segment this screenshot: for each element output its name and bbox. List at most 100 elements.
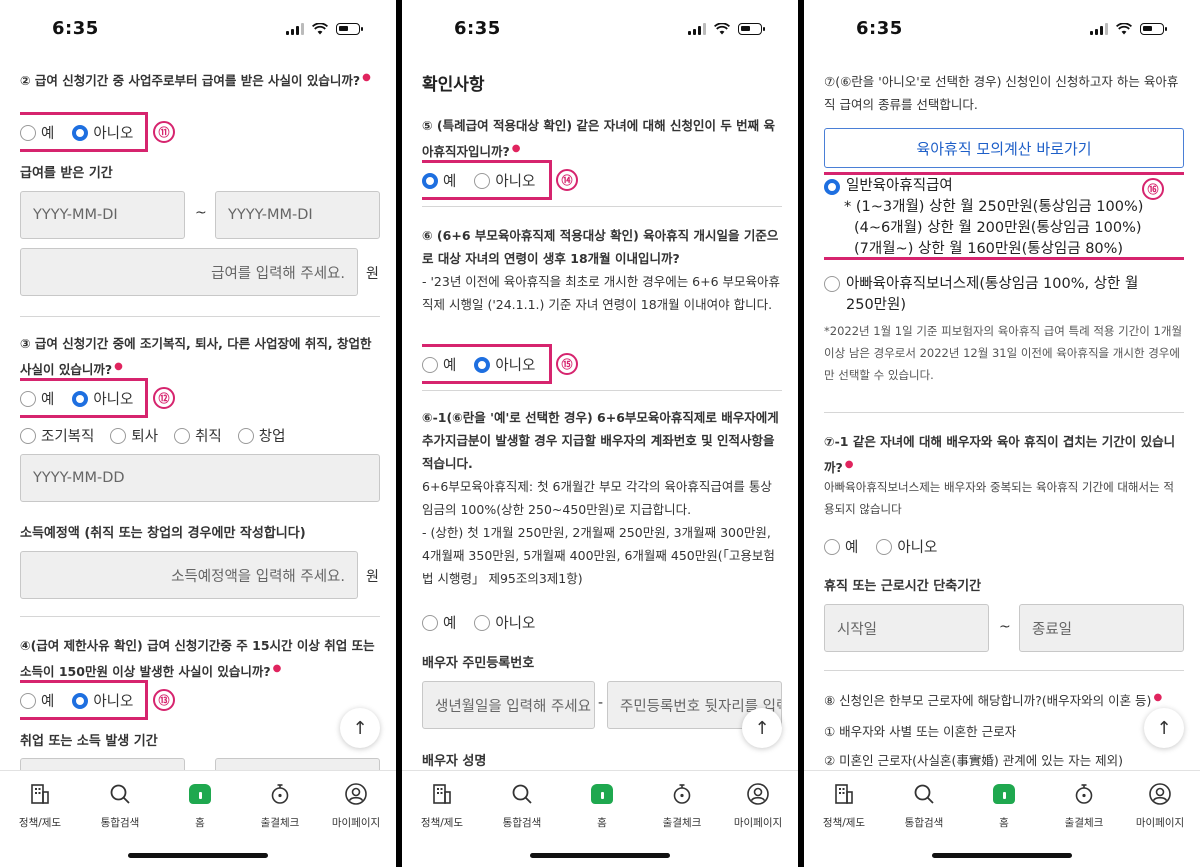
scroll-top-button[interactable]: ↑: [340, 708, 380, 748]
divider: [824, 412, 1184, 413]
radio-yes[interactable]: 예: [20, 122, 54, 143]
home-icon: [591, 784, 613, 804]
signal-icon: [286, 23, 304, 35]
question-7-1-desc: 아빠육아휴직보너스제는 배우자와 중복되는 육아휴직 기간에 대해서는 적용되지…: [824, 480, 1174, 516]
divider: [20, 316, 380, 317]
nav-mypage[interactable]: 마이페이지: [1120, 779, 1200, 830]
nav-home[interactable]: 홈: [160, 779, 240, 830]
tilde-separator: ~: [999, 619, 1011, 635]
nav-search[interactable]: 통합검색: [482, 779, 562, 830]
general-leave-details: * (1~3개월) 상한 월 250만원(통상임금 100%) (4~6개월) …: [844, 199, 1144, 257]
won-unit: 원: [366, 266, 379, 282]
question-8: ⑧ 신청인은 한부모 근로자에 해당합니까?(배우자와의 이혼 등) ●: [824, 692, 1163, 709]
search-icon: [110, 784, 130, 804]
single-parent-option-1: ① 배우자와 사별 또는 이혼한 근로자: [824, 724, 1017, 739]
radio-no[interactable]: 아니오: [72, 690, 133, 711]
signal-icon: [688, 23, 706, 35]
change-date-input[interactable]: YYYY-MM-DD: [20, 454, 380, 502]
nav-search[interactable]: 통합검색: [80, 779, 160, 830]
radio-no[interactable]: 아니오: [474, 354, 535, 375]
battery-icon: [336, 23, 363, 35]
end-date-input[interactable]: YYYY-MM-DI: [215, 191, 380, 239]
radio-early-return[interactable]: 조기복직: [20, 425, 94, 446]
signal-icon: [1090, 23, 1108, 35]
timer-icon: [1075, 784, 1093, 804]
reduce-period-label: 휴직 또는 근로시간 단축기간: [824, 579, 982, 594]
radio-yes[interactable]: 예: [20, 690, 54, 711]
radio-yes[interactable]: 예: [422, 354, 456, 375]
nav-policy[interactable]: 정책/제도: [804, 779, 884, 830]
user-icon: [747, 783, 769, 805]
leave-calculator-button[interactable]: 육아휴직 모의계산 바로가기: [824, 128, 1184, 168]
nav-home[interactable]: 홈: [964, 779, 1044, 830]
nav-label: 마이페이지: [733, 817, 783, 829]
spouse-birth-input[interactable]: 생년월일을 입력해 주세요: [422, 681, 595, 729]
nav-label: 통합검색: [502, 817, 542, 829]
salary-amount-input[interactable]: 급여를 입력해 주세요.: [20, 248, 358, 296]
nav-label: 홈: [999, 817, 1009, 829]
nav-policy[interactable]: 정책/제도: [402, 779, 482, 830]
timer-icon: [673, 784, 691, 804]
start-date-input[interactable]: YYYY-MM-DI: [20, 191, 185, 239]
status-bar: 6:35: [0, 0, 396, 60]
nav-home[interactable]: 홈: [562, 779, 642, 830]
job-start-input[interactable]: [20, 758, 185, 770]
radio-yes[interactable]: 예: [20, 388, 54, 409]
start-date-input[interactable]: 시작일: [824, 604, 989, 652]
question-7-1: ⑦-1 같은 자녀에 대해 배우자와 육아 휴직이 겹치는 기간이 있습니까? ●: [824, 434, 1176, 476]
question-6: ⑥ (6+6 부모육아휴직제 적용대상 확인) 육아휴직 개시일을 기준으로 대…: [422, 228, 779, 266]
nav-label: 통합검색: [904, 817, 944, 829]
expected-income-input[interactable]: 소득예정액을 입력해 주세요.: [20, 551, 358, 599]
annotation-badge-14: ⑭: [556, 169, 578, 191]
nav-label: 출결체크: [1064, 817, 1104, 829]
radio-yes[interactable]: 예: [422, 612, 456, 633]
nav-label: 마이페이지: [1135, 817, 1185, 829]
radio-yes[interactable]: 예: [824, 536, 858, 557]
phone-screen-1: 6:35 ② 급여 신청기간 중 사업주로부터 급여를 받은 사실이 있습니까?…: [0, 0, 396, 867]
section-heading: 확인사항: [422, 75, 485, 95]
scroll-top-button[interactable]: ↑: [1144, 708, 1184, 748]
radio-group-q3: 예 아니오: [20, 388, 133, 409]
radio-no[interactable]: 아니오: [474, 170, 535, 191]
nav-mypage[interactable]: 마이페이지: [316, 779, 396, 830]
radio-group-q6-1: 예 아니오: [422, 612, 535, 633]
timer-icon: [271, 784, 289, 804]
nav-attendance[interactable]: 출결체크: [240, 779, 320, 830]
divider: [422, 206, 782, 207]
radio-group-q2: 예 아니오: [20, 122, 133, 143]
tilde-separator: ~: [195, 205, 207, 221]
question-6-1: ⑥-1(⑥란을 '예'로 선택한 경우) 6+6부모육아휴직제로 배우자에게 추…: [422, 410, 779, 471]
nav-label: 정책/제도: [18, 817, 62, 829]
end-date-input[interactable]: 종료일: [1019, 604, 1184, 652]
question-3: ③ 급여 신청기간 중에 조기복직, 퇴사, 다른 사업장에 취직, 창업한 사…: [20, 336, 372, 378]
nav-label: 마이페이지: [331, 817, 381, 829]
status-time: 6:35: [856, 18, 903, 39]
radio-resign[interactable]: 퇴사: [110, 425, 158, 446]
question-5: ⑤ (특례급여 적용대상 확인) 같은 자녀에 대해 신청인이 두 번째 육아휴…: [422, 118, 776, 160]
nav-attendance[interactable]: 출결체크: [1044, 779, 1124, 830]
radio-group-q5: 예 아니오: [422, 170, 535, 191]
radio-yes[interactable]: 예: [422, 170, 456, 191]
job-end-input[interactable]: [215, 758, 380, 770]
radio-employment[interactable]: 취직: [174, 425, 222, 446]
nav-search[interactable]: 통합검색: [884, 779, 964, 830]
radio-daddy-bonus[interactable]: 아빠육아휴직보너스제(통상임금 100%, 상한 월 250만원): [824, 274, 1164, 316]
status-time: 6:35: [454, 18, 501, 39]
radio-startup[interactable]: 창업: [237, 425, 285, 446]
nav-mypage[interactable]: 마이페이지: [718, 779, 798, 830]
radio-no[interactable]: 아니오: [474, 612, 535, 633]
radio-group-q4: 예 아니오: [20, 690, 133, 711]
nav-label: 통합검색: [100, 817, 140, 829]
radio-no[interactable]: 아니오: [72, 388, 133, 409]
home-indicator: [530, 853, 670, 858]
status-time: 6:35: [52, 18, 99, 39]
question-6-1-cap: - (상한) 첫 1개월 250만원, 2개월째 250만원, 3개월째 300…: [422, 525, 775, 586]
nav-attendance[interactable]: 출결체크: [642, 779, 722, 830]
single-parent-option-2: ② 미혼인 근로자(사실혼(事實婚) 관계에 있는 자는 제외): [824, 753, 1124, 768]
question-6-1-desc: 6+6부모육아휴직제: 첫 6개월간 부모 각각의 육아휴직급여를 통상임금의 …: [422, 479, 772, 517]
radio-no[interactable]: 아니오: [876, 536, 937, 557]
nav-label: 정책/제도: [822, 817, 866, 829]
scroll-top-button[interactable]: ↑: [742, 708, 782, 748]
radio-no[interactable]: 아니오: [72, 122, 133, 143]
nav-policy[interactable]: 정책/제도: [0, 779, 80, 830]
